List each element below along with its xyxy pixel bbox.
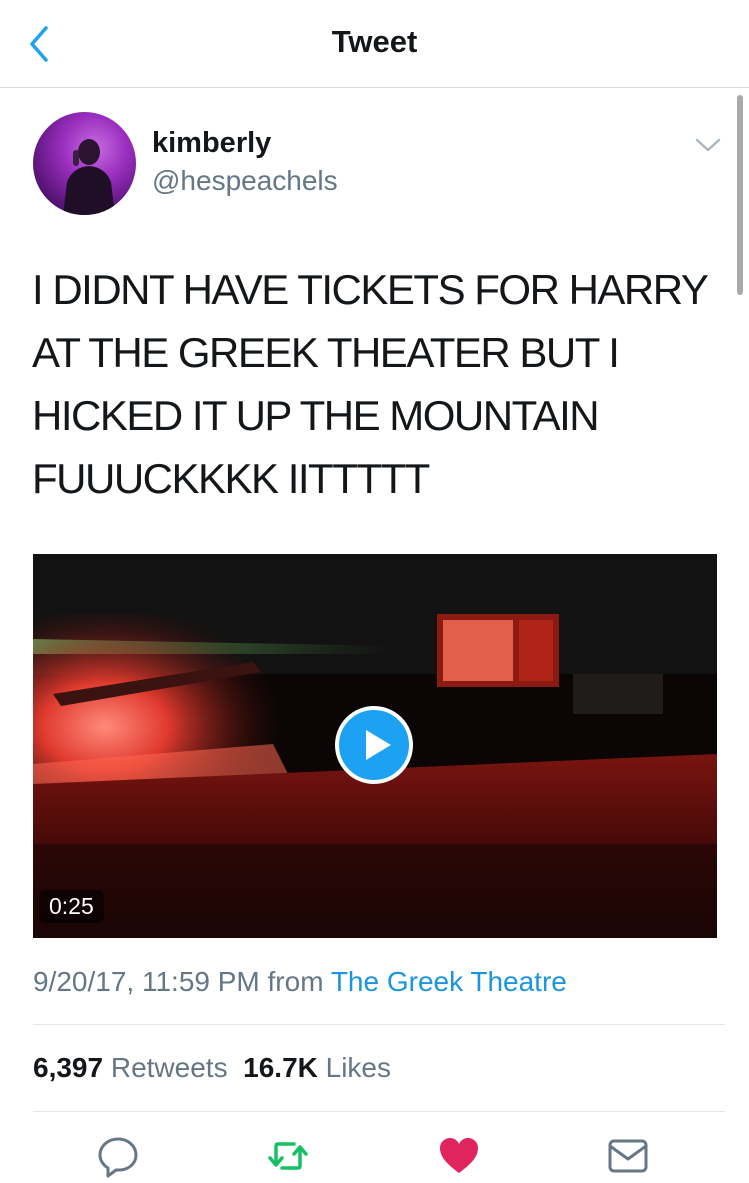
likes-count: 16.7K xyxy=(243,1052,318,1083)
chevron-down-icon xyxy=(695,138,721,152)
heart-icon xyxy=(440,1138,478,1173)
like-button[interactable] xyxy=(437,1134,481,1178)
reply-button[interactable] xyxy=(96,1134,140,1178)
divider xyxy=(33,1024,725,1025)
avatar[interactable] xyxy=(33,112,136,215)
divider xyxy=(33,1111,725,1112)
tweet-text: I DIDNT HAVE TICKETS FOR HARRY AT THE GR… xyxy=(32,266,709,502)
reply-icon xyxy=(98,1137,138,1178)
likes-label: Likes xyxy=(325,1052,392,1083)
top-bar: Tweet xyxy=(0,0,749,88)
avatar-image xyxy=(63,139,115,215)
play-icon xyxy=(366,730,391,760)
user-handle[interactable]: @hespeachels xyxy=(152,165,338,197)
play-button[interactable] xyxy=(335,706,413,784)
retweets-stat[interactable]: 6,397 Retweets xyxy=(33,1052,228,1083)
tweet-stats: 6,397 Retweets 16.7K Likes xyxy=(33,1052,391,1084)
page-title: Tweet xyxy=(331,24,418,59)
likes-stat[interactable]: 16.7K Likes xyxy=(243,1052,391,1083)
scrollbar[interactable] xyxy=(737,95,743,295)
video-player[interactable]: 0:25 xyxy=(33,554,717,938)
source-link[interactable]: The Greek Theatre xyxy=(331,966,567,997)
direct-message-button[interactable] xyxy=(606,1134,650,1178)
retweets-count: 6,397 xyxy=(33,1052,104,1083)
tweet-menu-button[interactable] xyxy=(693,135,723,155)
from-label: from xyxy=(267,966,324,997)
video-duration: 0:25 xyxy=(39,890,104,923)
display-name[interactable]: kimberly xyxy=(152,127,271,160)
mail-icon xyxy=(608,1139,648,1173)
tweet-meta: 9/20/17, 11:59 PM from The Greek Theatre xyxy=(33,966,567,998)
timestamp: 9/20/17, 11:59 PM xyxy=(33,966,260,997)
retweet-icon xyxy=(268,1142,308,1170)
retweet-button[interactable] xyxy=(266,1134,310,1178)
retweets-label: Retweets xyxy=(110,1052,228,1083)
